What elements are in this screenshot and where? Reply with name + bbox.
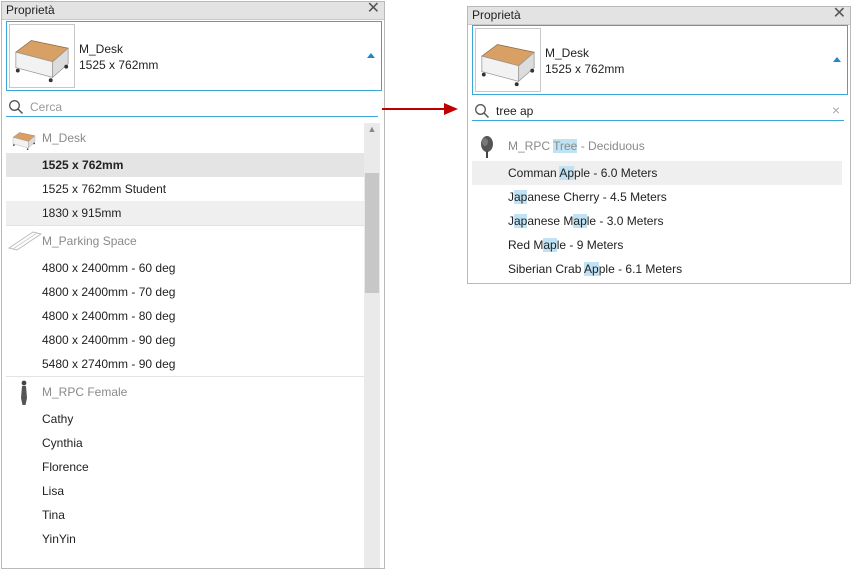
text-segment: M_RPC	[508, 139, 554, 153]
type-selector[interactable]: M_Desk 1525 x 762mm	[472, 25, 848, 95]
type-item[interactable]: Florence	[6, 455, 364, 479]
desk-thumbnail	[9, 24, 75, 88]
dropdown-arrow-icon[interactable]	[833, 57, 841, 62]
family-header: M_Desk	[6, 123, 364, 153]
type-item[interactable]: Cynthia	[6, 431, 364, 455]
family-name: M_Parking Space	[42, 234, 137, 248]
family-header: M_Parking Space	[6, 225, 364, 256]
type-name: M_Desk	[79, 42, 124, 56]
text-segment: anese M	[527, 214, 574, 228]
close-icon[interactable]: ✕	[833, 7, 846, 23]
type-item[interactable]: 1525 x 762mm	[6, 153, 364, 177]
search-result-item[interactable]: Japanese Maple - 3.0 Meters	[472, 209, 842, 233]
properties-panel-right: Proprietà ✕ M_Desk 1525 x 762mm × M_RPC …	[467, 6, 851, 284]
text-segment: - Deciduous	[577, 139, 645, 153]
search-input[interactable]	[496, 103, 806, 119]
transition-arrow	[382, 103, 458, 115]
type-item[interactable]: 5480 x 2740mm - 90 deg	[6, 352, 364, 376]
search-input[interactable]	[30, 99, 360, 115]
type-name: M_Desk	[545, 46, 590, 60]
type-item[interactable]: 4800 x 2400mm - 60 deg	[6, 256, 364, 280]
match-highlight: Tree	[553, 139, 578, 153]
text-segment: ple - 6.1 Meters	[598, 262, 683, 276]
search-result-item[interactable]: Siberian Crab Apple - 6.1 Meters	[472, 257, 842, 281]
scrollbar[interactable]: ▲	[364, 123, 380, 568]
clear-search-icon[interactable]: ×	[832, 102, 840, 118]
type-item[interactable]: Lisa	[6, 479, 364, 503]
match-highlight: Ap	[559, 166, 575, 180]
type-item[interactable]: Cathy	[6, 407, 364, 431]
panel-title: Proprietà	[472, 8, 521, 22]
desk-icon	[8, 126, 40, 155]
properties-panel-left: Proprietà ✕ M_Desk 1525 x 762mm M_Desk 15…	[1, 1, 385, 569]
text-segment: Siberian Crab	[508, 262, 585, 276]
scroll-up-icon[interactable]: ▲	[364, 123, 380, 135]
text-segment: le - 9 Meters	[556, 238, 624, 252]
type-selector[interactable]: M_Desk 1525 x 762mm	[6, 21, 382, 91]
text-segment: Red M	[508, 238, 544, 252]
match-highlight: ap	[514, 190, 528, 204]
desk-thumbnail	[475, 28, 541, 92]
scrollbar-thumb[interactable]	[365, 173, 379, 293]
text-segment: anese Cherry - 4.5 Meters	[527, 190, 667, 204]
rpc-female-icon	[8, 380, 40, 409]
family-name: M_RPC Female	[42, 385, 128, 399]
panel-titlebar[interactable]: Proprietà ✕	[468, 7, 850, 25]
match-highlight: ap	[573, 214, 587, 228]
match-highlight: Ap	[584, 262, 599, 276]
rpc-tree-icon	[474, 134, 500, 163]
text-segment: Comman	[508, 166, 560, 180]
type-item[interactable]: YinYin	[6, 527, 364, 551]
close-icon[interactable]: ✕	[367, 2, 380, 18]
search-results-list: M_RPC Tree - Deciduous Comman Apple - 6.0…	[472, 131, 842, 283]
match-highlight: ap	[543, 238, 557, 252]
text-segment: le - 3.0 Meters	[586, 214, 664, 228]
family-name: M_RPC Tree - Deciduous	[508, 139, 645, 153]
panel-titlebar[interactable]: Proprietà ✕	[2, 2, 384, 20]
type-item[interactable]: 4800 x 2400mm - 80 deg	[6, 304, 364, 328]
search-result-item[interactable]: Comman Apple - 6.0 Meters	[472, 161, 842, 185]
match-highlight: ap	[514, 214, 528, 228]
panel-title: Proprietà	[6, 3, 55, 17]
dropdown-arrow-icon[interactable]	[367, 53, 375, 58]
type-item[interactable]: Tina	[6, 503, 364, 527]
type-item[interactable]: 1830 x 915mm	[6, 201, 364, 225]
parking-space-icon	[7, 229, 43, 254]
type-item[interactable]: 4800 x 2400mm - 90 deg	[6, 328, 364, 352]
family-header: M_RPC Female	[6, 376, 364, 407]
type-item[interactable]: 1525 x 762mm Student	[6, 177, 364, 201]
family-name: M_Desk	[42, 131, 87, 145]
search-result-item[interactable]: Japanese Cherry - 4.5 Meters	[472, 185, 842, 209]
type-size: 1525 x 762mm	[79, 58, 159, 72]
type-item[interactable]: 4800 x 2400mm - 70 deg	[6, 280, 364, 304]
type-list: M_Desk 1525 x 762mm 1525 x 762mm Student 18…	[6, 123, 364, 568]
search-icon	[9, 100, 24, 115]
search-icon	[475, 104, 490, 119]
text-segment: ple - 6.0 Meters	[574, 166, 658, 180]
search-box[interactable]	[6, 97, 378, 117]
search-result-item[interactable]: Red Maple - 9 Meters	[472, 233, 842, 257]
family-header: M_RPC Tree - Deciduous	[472, 131, 842, 161]
search-box[interactable]: ×	[472, 101, 844, 121]
type-size: 1525 x 762mm	[545, 62, 625, 76]
